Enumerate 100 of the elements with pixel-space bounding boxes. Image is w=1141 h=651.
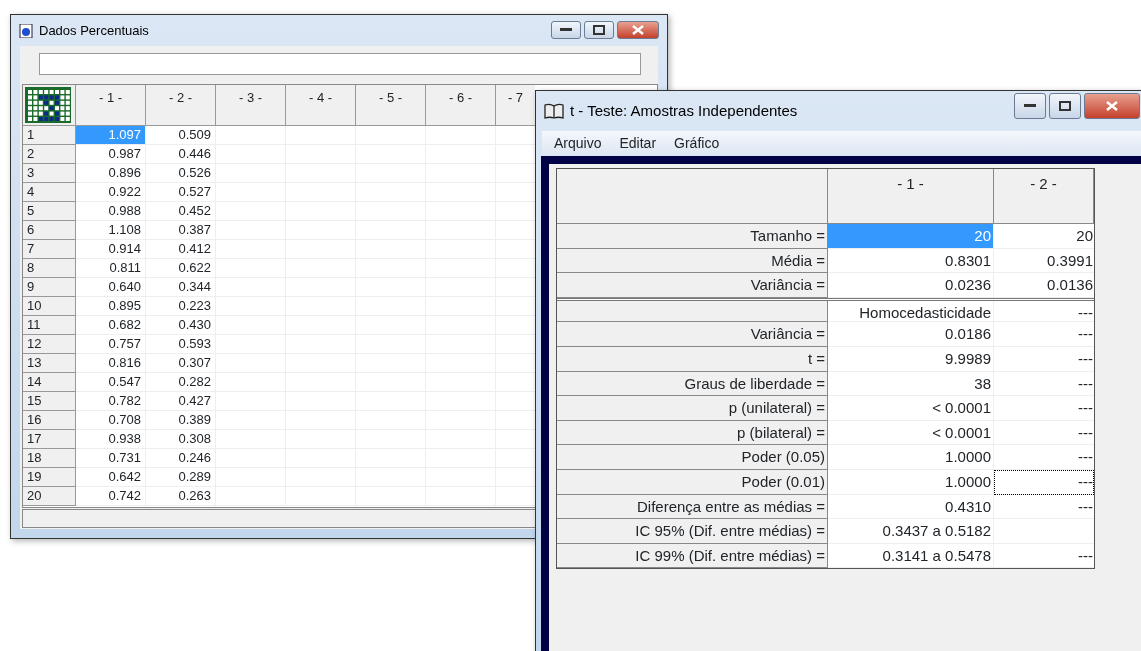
table-cell[interactable]: 0.914 (76, 240, 146, 259)
table-cell[interactable]: --- (994, 322, 1094, 347)
row-header[interactable]: 10 (23, 297, 76, 316)
table-cell[interactable]: 0.757 (76, 335, 146, 354)
table-cell[interactable]: --- (994, 469, 1094, 495)
row-header[interactable]: 5 (23, 202, 76, 221)
row-header[interactable]: 9 (23, 278, 76, 297)
table-cell[interactable]: 0.987 (76, 145, 146, 164)
row-header[interactable]: 20 (23, 487, 76, 506)
table-cell[interactable]: --- (994, 445, 1094, 470)
table-cell[interactable]: 0.223 (146, 297, 216, 316)
table-cell[interactable]: 0.452 (146, 202, 216, 221)
table-cell[interactable]: 0.4310 (828, 494, 994, 520)
row-header[interactable]: 18 (23, 449, 76, 468)
table-cell[interactable]: 0.430 (146, 316, 216, 335)
maximize-button[interactable] (1049, 93, 1081, 119)
table-cell[interactable]: 0.708 (76, 411, 146, 430)
table-cell[interactable]: 0.0136 (994, 273, 1094, 298)
table-cell[interactable]: --- (994, 420, 1094, 446)
row-header[interactable]: 3 (23, 164, 76, 183)
table-cell[interactable]: --- (994, 346, 1094, 372)
table-cell[interactable]: 0.3437 a 0.5182 (828, 519, 994, 544)
row-header[interactable]: 1 (23, 126, 76, 145)
table-cell[interactable]: 0.246 (146, 449, 216, 468)
table-cell[interactable]: --- (994, 300, 1094, 323)
table-cell[interactable]: 0.282 (146, 373, 216, 392)
maximize-button[interactable] (584, 21, 614, 39)
table-cell[interactable]: 0.8301 (828, 248, 994, 274)
row-header[interactable]: 19 (23, 468, 76, 487)
table-cell[interactable]: 0.427 (146, 392, 216, 411)
minimize-button[interactable] (1014, 93, 1046, 119)
column-header[interactable]: - 1 - (76, 85, 146, 126)
table-cell[interactable]: 0.682 (76, 316, 146, 335)
table-cell[interactable]: 0.896 (76, 164, 146, 183)
table-cell[interactable]: 0.0186 (828, 322, 994, 347)
row-header[interactable]: 16 (23, 411, 76, 430)
table-cell[interactable]: 0.731 (76, 449, 146, 468)
table-cell[interactable] (216, 487, 286, 506)
table-cell[interactable]: 0.0236 (828, 273, 994, 298)
table-cell[interactable]: 0.593 (146, 335, 216, 354)
table-cell[interactable]: 0.446 (146, 145, 216, 164)
table-cell[interactable]: 0.922 (76, 183, 146, 202)
table-cell[interactable]: 0.938 (76, 430, 146, 449)
table-cell[interactable]: 0.3991 (994, 248, 1094, 274)
table-cell[interactable]: 0.344 (146, 278, 216, 297)
row-header[interactable]: 7 (23, 240, 76, 259)
table-cell[interactable]: Homocedasticidade (828, 300, 994, 323)
close-button[interactable] (617, 21, 659, 39)
table-cell[interactable] (356, 126, 426, 145)
table-cell[interactable]: 38 (828, 371, 994, 397)
table-cell[interactable]: 0.509 (146, 126, 216, 145)
table-cell[interactable]: --- (994, 396, 1094, 421)
table-cell[interactable]: 20 (994, 224, 1094, 249)
row-header[interactable]: 8 (23, 259, 76, 278)
table-cell[interactable]: 0.816 (76, 354, 146, 373)
table-cell[interactable]: 0.782 (76, 392, 146, 411)
menu-item[interactable]: Gráfico (674, 132, 720, 154)
table-cell[interactable]: 0.289 (146, 468, 216, 487)
column-header[interactable]: - 4 - (286, 85, 356, 126)
table-cell[interactable]: 0.307 (146, 354, 216, 373)
table-cell[interactable] (216, 126, 286, 145)
table-cell[interactable]: 0.389 (146, 411, 216, 430)
minimize-button[interactable] (551, 21, 581, 39)
table-cell[interactable]: 0.308 (146, 430, 216, 449)
input-field[interactable] (39, 53, 641, 75)
column-header[interactable]: - 2 - (146, 85, 216, 126)
table-cell[interactable]: 1.0000 (828, 469, 994, 495)
table-cell[interactable]: --- (994, 371, 1094, 397)
menu-item[interactable]: Editar (619, 132, 657, 154)
column-header[interactable]: - 1 - (828, 169, 994, 224)
column-header[interactable]: - 6 - (426, 85, 496, 126)
row-header[interactable]: 4 (23, 183, 76, 202)
row-header[interactable]: 12 (23, 335, 76, 354)
column-header[interactable]: - 2 - (994, 169, 1094, 224)
table-cell[interactable] (286, 126, 356, 145)
table-cell[interactable] (356, 487, 426, 506)
row-header[interactable]: 6 (23, 221, 76, 240)
table-cell[interactable]: 9.9989 (828, 346, 994, 372)
column-header[interactable]: - 5 - (356, 85, 426, 126)
table-cell[interactable]: 0.811 (76, 259, 146, 278)
table-cell[interactable] (426, 126, 496, 145)
row-header[interactable]: 11 (23, 316, 76, 335)
table-cell[interactable]: 1.108 (76, 221, 146, 240)
table-cell[interactable]: < 0.0001 (828, 420, 994, 446)
table-cell[interactable]: --- (994, 543, 1094, 569)
row-header[interactable]: 15 (23, 392, 76, 411)
row-header[interactable]: 13 (23, 354, 76, 373)
table-cell[interactable]: 1.0000 (828, 445, 994, 470)
column-header[interactable]: - 3 - (216, 85, 286, 126)
table-cell[interactable] (286, 487, 356, 506)
table-cell[interactable]: < 0.0001 (828, 396, 994, 421)
table-cell[interactable]: 0.526 (146, 164, 216, 183)
table-cell[interactable]: 0.622 (146, 259, 216, 278)
table-cell[interactable]: 0.742 (76, 487, 146, 506)
menu-item[interactable]: Arquivo (554, 132, 602, 154)
row-header[interactable]: 2 (23, 145, 76, 164)
column-header[interactable]: - 7 (496, 85, 535, 126)
table-cell[interactable]: 0.642 (76, 468, 146, 487)
table-cell[interactable]: 0.640 (76, 278, 146, 297)
table-cell[interactable]: 0.387 (146, 221, 216, 240)
